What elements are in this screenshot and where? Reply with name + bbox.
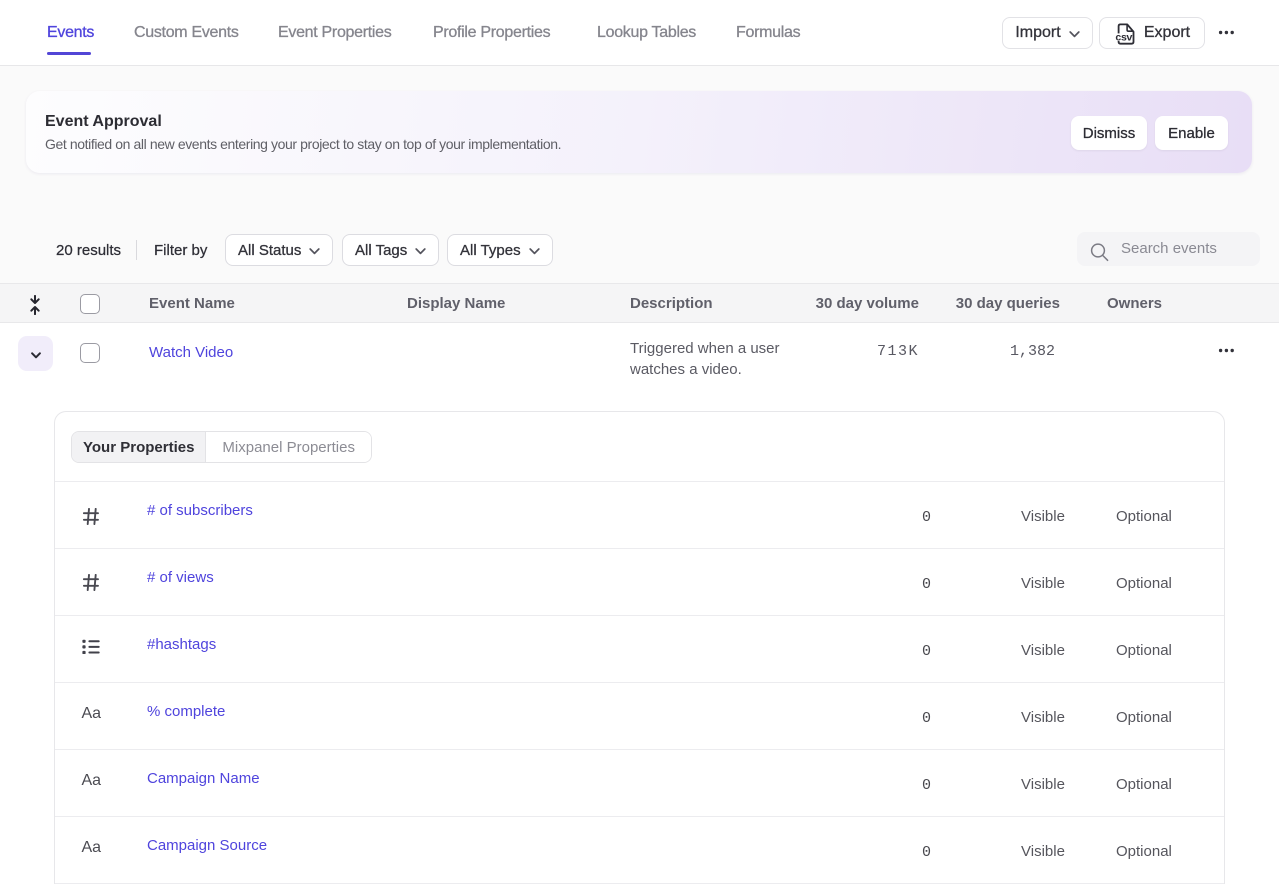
svg-text:csv: csv xyxy=(1115,33,1133,45)
